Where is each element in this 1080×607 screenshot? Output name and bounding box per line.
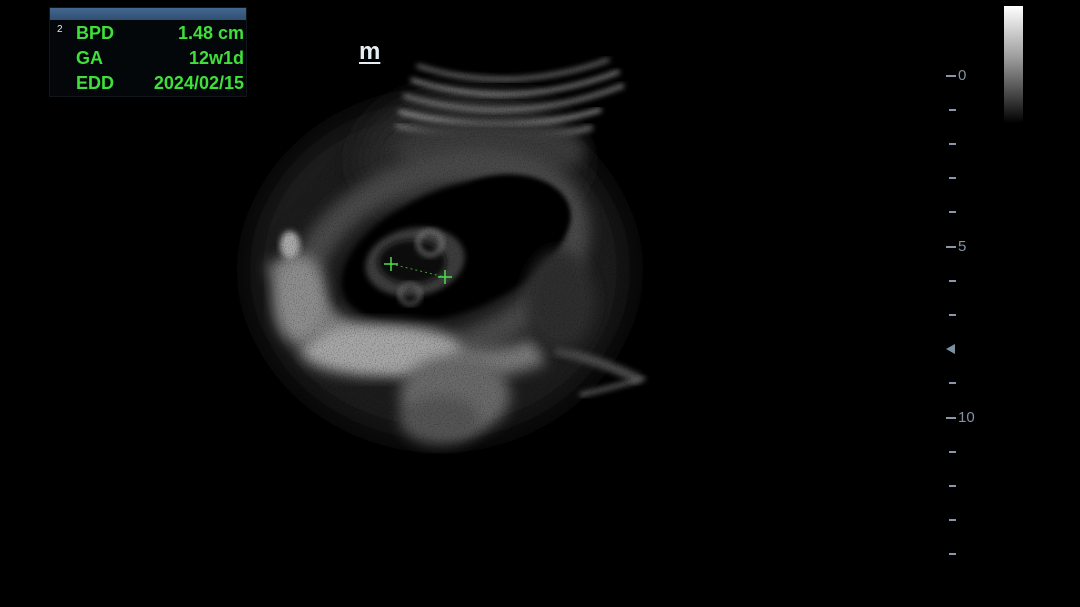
depth-tick — [949, 451, 956, 453]
depth-tick — [946, 75, 956, 77]
focus-depth-marker-icon[interactable] — [946, 344, 955, 354]
grayscale-map-bar — [1004, 6, 1023, 123]
depth-label-0: 0 — [958, 67, 967, 84]
measurement-row-edd: EDD 2024/02/15 — [50, 71, 246, 95]
depth-tick — [949, 519, 956, 521]
measurement-panel: 2 BPD 1.48 cm GA 12w1d EDD 2024/02/15 — [49, 7, 247, 97]
measurement-label: GA — [76, 48, 103, 68]
measurement-value: 12w1d — [188, 48, 244, 68]
depth-label-10: 10 — [958, 409, 975, 426]
depth-tick — [946, 246, 956, 248]
depth-tick — [949, 177, 956, 179]
measurement-panel-header — [50, 8, 246, 20]
depth-tick — [949, 382, 956, 384]
measurement-label: EDD — [76, 73, 115, 93]
measurement-row-ga: GA 12w1d — [50, 46, 246, 70]
measurement-label: BPD — [76, 23, 115, 43]
measurement-index: 2 — [57, 24, 63, 35]
depth-tick — [949, 211, 956, 213]
depth-tick — [949, 485, 956, 487]
depth-tick — [949, 553, 956, 555]
depth-tick — [949, 280, 956, 282]
measurement-row-bpd: 2 BPD 1.48 cm — [50, 21, 246, 45]
depth-tick — [949, 109, 956, 111]
measurement-value: 2024/02/15 — [153, 73, 244, 93]
depth-tick — [949, 143, 956, 145]
depth-tick — [949, 314, 956, 316]
measurement-value: 1.48 cm — [177, 23, 244, 43]
depth-tick — [946, 417, 956, 419]
depth-scale: 0 5 10 — [940, 60, 1000, 580]
probe-orientation-marker: m — [359, 38, 381, 65]
depth-label-5: 5 — [958, 238, 967, 255]
